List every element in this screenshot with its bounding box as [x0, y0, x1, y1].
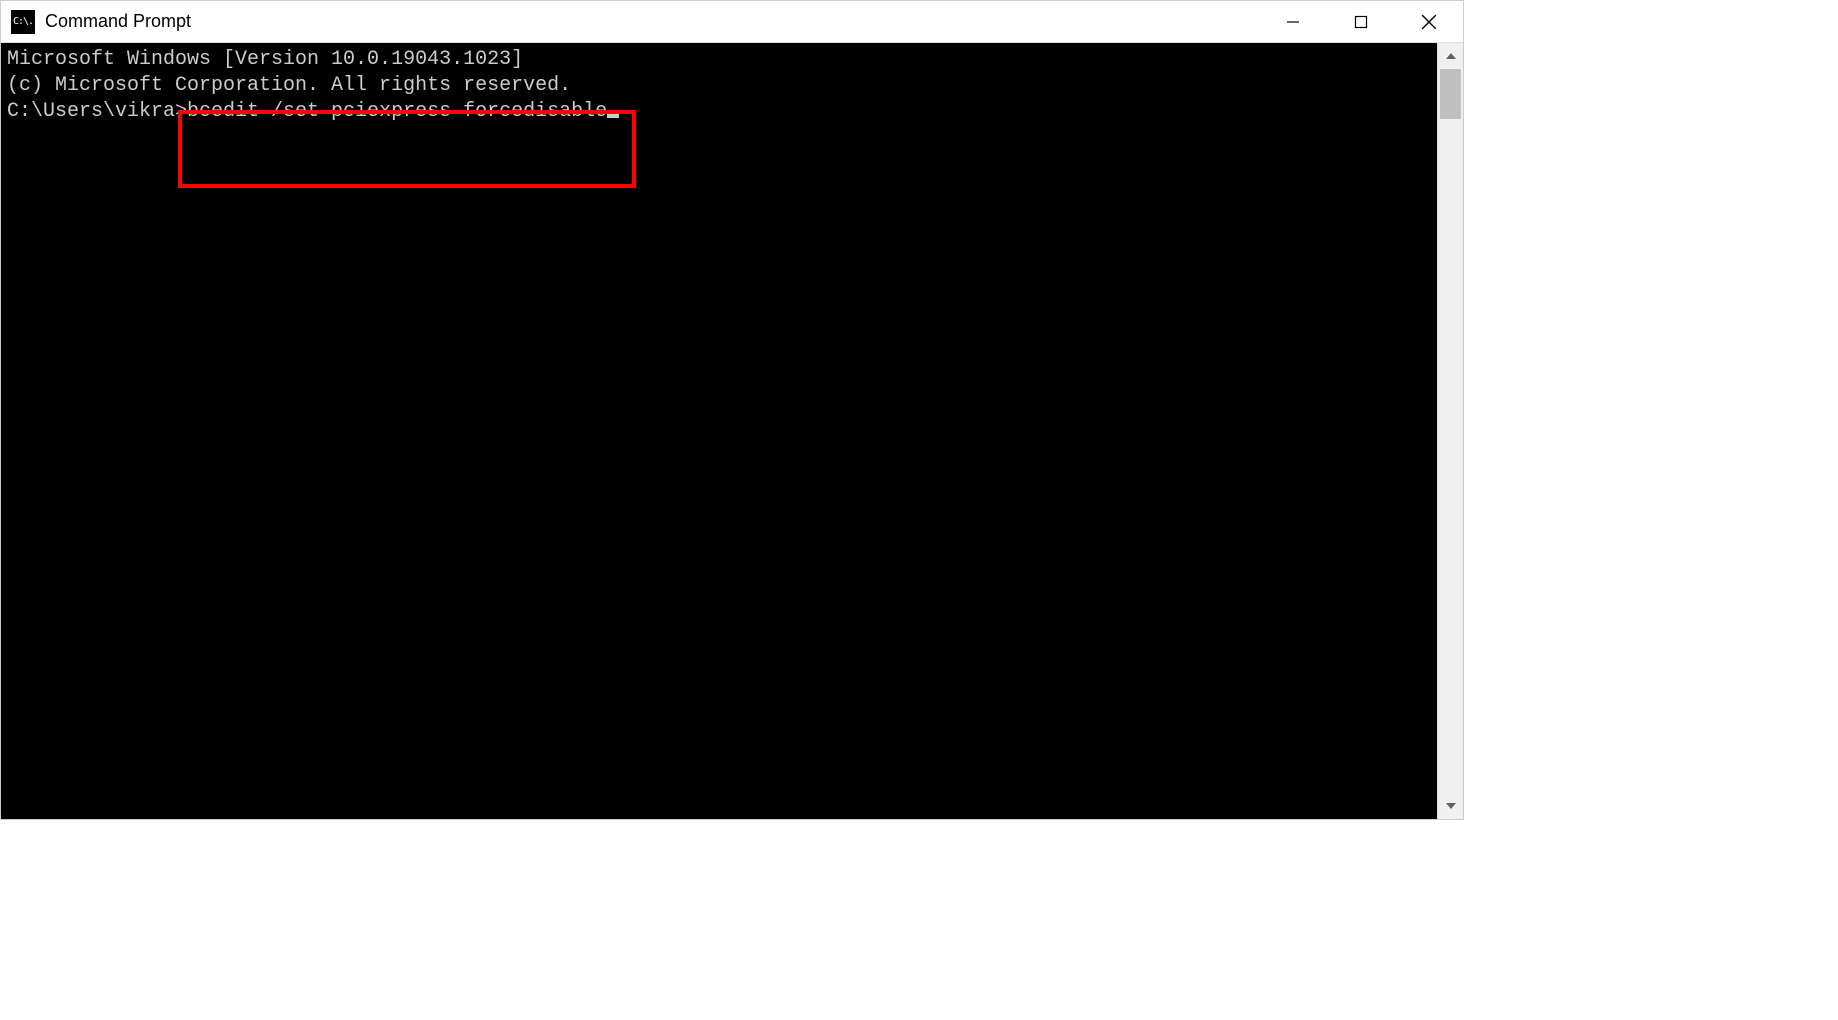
scroll-up-button[interactable] [1438, 43, 1463, 69]
scroll-track[interactable] [1438, 69, 1463, 793]
app-icon: C:\. [11, 10, 35, 34]
close-button[interactable] [1395, 1, 1463, 42]
terminal-output-line: Microsoft Windows [Version 10.0.19043.10… [7, 47, 1431, 73]
maximize-button[interactable] [1327, 1, 1395, 42]
terminal-prompt: C:\Users\vikra> [7, 100, 187, 123]
chevron-down-icon [1446, 803, 1456, 809]
terminal-output-line: (c) Microsoft Corporation. All rights re… [7, 73, 1431, 99]
scroll-thumb[interactable] [1440, 69, 1461, 119]
vertical-scrollbar[interactable] [1437, 43, 1463, 819]
content-area: Microsoft Windows [Version 10.0.19043.10… [1, 43, 1463, 819]
maximize-icon [1354, 15, 1368, 29]
terminal-prompt-line: C:\Users\vikra>bcedit /set pciexpress fo… [7, 99, 1431, 125]
minimize-icon [1286, 15, 1300, 29]
chevron-up-icon [1446, 53, 1456, 59]
scroll-down-button[interactable] [1438, 793, 1463, 819]
terminal-command: bcedit /set pciexpress forcedisable [187, 100, 607, 123]
window-controls [1259, 1, 1463, 42]
minimize-button[interactable] [1259, 1, 1327, 42]
command-prompt-window: C:\. Command Prompt Microsoft Windows [V… [0, 0, 1464, 820]
terminal[interactable]: Microsoft Windows [Version 10.0.19043.10… [1, 43, 1437, 819]
titlebar[interactable]: C:\. Command Prompt [1, 1, 1463, 43]
terminal-cursor [607, 114, 619, 118]
window-title: Command Prompt [45, 11, 1259, 32]
close-icon [1421, 14, 1437, 30]
